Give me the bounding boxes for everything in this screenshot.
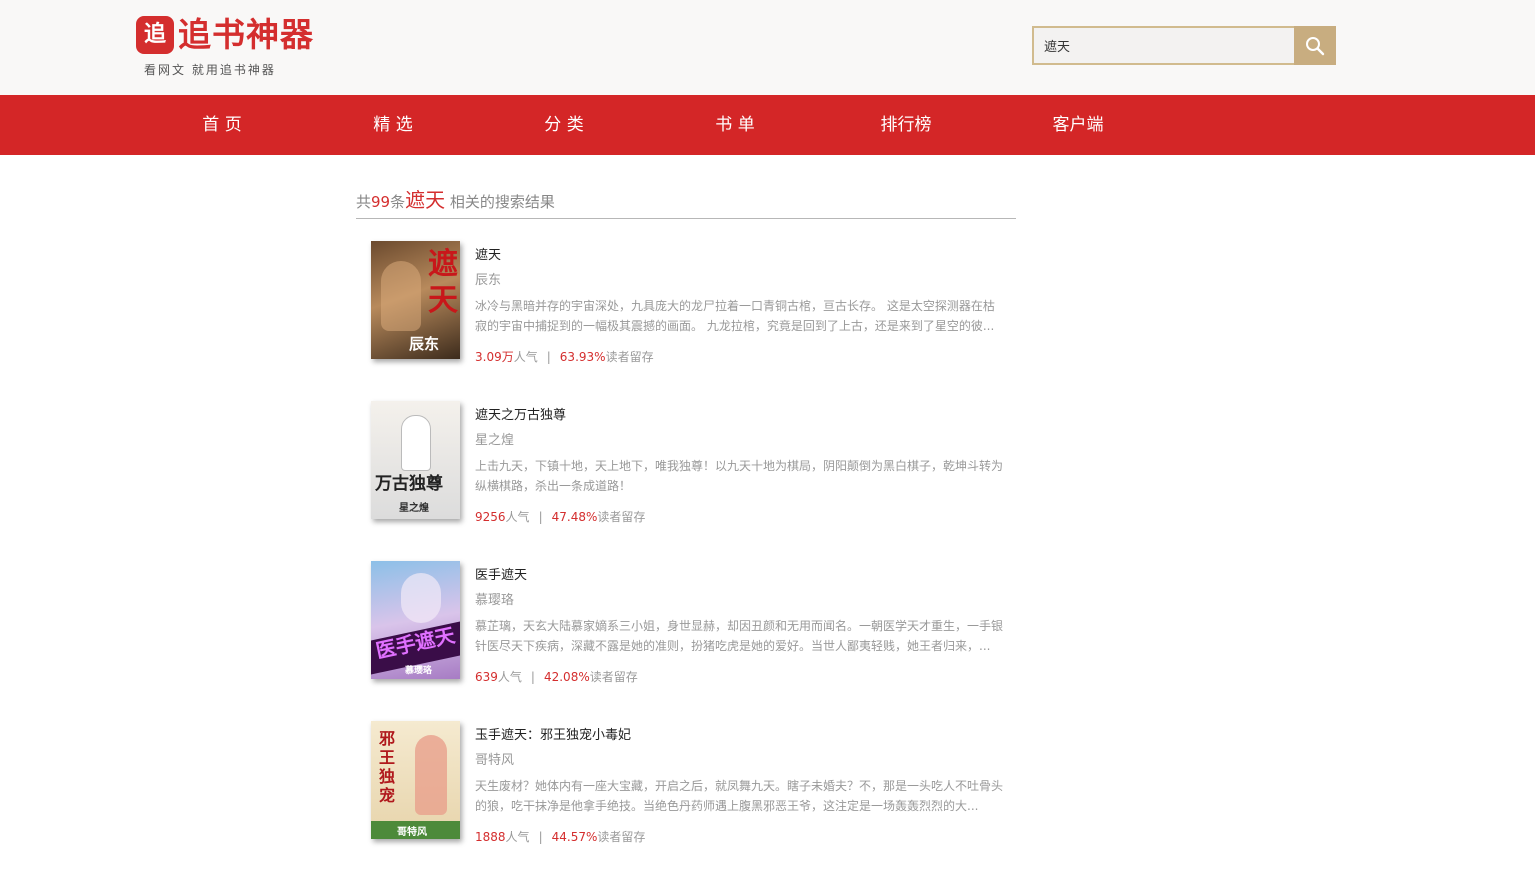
results-summary: 共99条遮天 相关的搜索结果 [356, 184, 1016, 219]
book-author[interactable]: 哥特风 [475, 749, 514, 768]
stats-divider: | [538, 830, 543, 844]
popularity-value: 639 [475, 670, 498, 684]
book-description: 慕芷璃，天玄大陆慕家嫡系三小姐，身世显赫，却因丑颜和无用而闻名。一朝医学天才重生… [475, 619, 1004, 653]
book-author[interactable]: 星之煌 [475, 429, 514, 448]
cover-figure [401, 415, 431, 471]
nav-item-home[interactable]: 首 页 [162, 95, 282, 155]
book-description: 天生废材？她体内有一座大宝藏，开启之后，就凤舞九天。瞎子未婚夫？不，那是一头吃人… [475, 779, 1004, 813]
results-middle: 条 [390, 193, 406, 211]
nav-item-booklists[interactable]: 书 单 [675, 95, 795, 155]
cover-title: 遮天 [428, 247, 458, 318]
cover-author: 辰东 [409, 335, 440, 353]
search-input[interactable] [1032, 26, 1295, 65]
cover-author: 慕璎珞 [405, 666, 433, 676]
search-box [1032, 26, 1336, 65]
book-title[interactable]: 医手遮天 [475, 564, 527, 583]
book-title[interactable]: 遮天之万古独尊 [475, 404, 566, 423]
book-title[interactable]: 玉手遮天：邪王独宠小毒妃 [475, 724, 631, 743]
cover-figure [381, 261, 421, 331]
popularity-value: 3.09万 [475, 350, 514, 364]
retention-value: 63.93% [559, 350, 606, 364]
stats-divider: | [530, 670, 535, 684]
site-logo[interactable]: 追 追书神器 看网文 就用追书神器 [136, 14, 316, 80]
book-list-item[interactable]: 邪王独宠 哥特风 玉手遮天：邪王独宠小毒妃 哥特风 天生废材？她体内有一座大宝藏… [356, 721, 1016, 861]
book-cover[interactable]: 医手遮天 慕璎珞 [371, 561, 460, 679]
results-keyword: 遮天 [405, 188, 446, 212]
main-nav: 首 页 精 选 分 类 书 单 排行榜 客户端 [0, 95, 1535, 155]
book-list-item[interactable]: 医手遮天 慕璎珞 医手遮天 慕璎珞 慕芷璃，天玄大陆慕家嫡系三小姐，身世显赫，却… [356, 561, 1016, 701]
site-header: 追 追书神器 看网文 就用追书神器 [0, 0, 1535, 95]
retention-value: 44.57% [551, 830, 598, 844]
search-button[interactable] [1294, 26, 1336, 65]
popularity-label: 人气 [505, 830, 530, 844]
popularity-value: 1888 [475, 830, 506, 844]
nav-item-categories[interactable]: 分 类 [504, 95, 624, 155]
nav-item-rankings[interactable]: 排行榜 [846, 95, 966, 155]
cover-author: 哥特风 [397, 827, 427, 838]
book-stats: 3.09万人气 | 63.93%读者留存 [475, 348, 654, 365]
book-title[interactable]: 遮天 [475, 244, 501, 263]
book-author[interactable]: 慕璎珞 [475, 589, 514, 608]
book-cover[interactable]: 邪王独宠 哥特风 [371, 721, 460, 839]
retention-label: 读者留存 [597, 510, 646, 524]
results-suffix: 相关的搜索结果 [445, 193, 555, 211]
book-stats: 1888人气 | 44.57%读者留存 [475, 828, 645, 845]
book-author[interactable]: 辰东 [475, 269, 501, 288]
stats-divider: | [538, 510, 543, 524]
retention-label: 读者留存 [605, 350, 654, 364]
book-list-item[interactable]: 遮天 辰东 遮天 辰东 冰冷与黑暗并存的宇宙深处，九具庞大的龙尸拉着一口青铜古棺… [356, 241, 1016, 381]
book-description: 上击九天，下镇十地，天上地下，唯我独尊！以九天十地为棋局，阴阳颠倒为黑白棋子，乾… [475, 459, 1004, 493]
popularity-value: 9256 [475, 510, 506, 524]
logo-mark-icon: 追 [136, 16, 174, 54]
popularity-label: 人气 [497, 670, 522, 684]
stats-divider: | [546, 350, 551, 364]
book-description: 冰冷与黑暗并存的宇宙深处，九具庞大的龙尸拉着一口青铜古棺，亘古长存。 这是太空探… [475, 299, 995, 333]
book-list-item[interactable]: 万古独尊 星之煌 遮天之万古独尊 星之煌 上击九天，下镇十地，天上地下，唯我独尊… [356, 401, 1016, 541]
book-stats: 9256人气 | 47.48%读者留存 [475, 508, 645, 525]
cover-figure [415, 735, 447, 815]
book-cover[interactable]: 万古独尊 星之煌 [371, 401, 460, 519]
logo-slogan: 看网文 就用追书神器 [144, 63, 276, 77]
cover-title: 万古独尊 [375, 474, 443, 494]
book-cover[interactable]: 遮天 辰东 [371, 241, 460, 359]
nav-item-featured[interactable]: 精 选 [333, 95, 453, 155]
retention-label: 读者留存 [589, 670, 638, 684]
cover-figure [401, 573, 441, 623]
results-count: 99 [371, 193, 391, 211]
popularity-label: 人气 [513, 350, 538, 364]
search-icon [1306, 37, 1325, 56]
retention-value: 42.08% [543, 670, 590, 684]
cover-title: 邪王独宠 [379, 729, 396, 805]
cover-author: 星之煌 [399, 503, 429, 514]
nav-item-client[interactable]: 客户端 [1018, 95, 1138, 155]
popularity-label: 人气 [505, 510, 530, 524]
retention-label: 读者留存 [597, 830, 646, 844]
results-prefix: 共 [356, 193, 372, 211]
retention-value: 47.48% [551, 510, 598, 524]
logo-name: 追书神器 [178, 15, 314, 54]
book-stats: 639人气 | 42.08%读者留存 [475, 668, 638, 685]
